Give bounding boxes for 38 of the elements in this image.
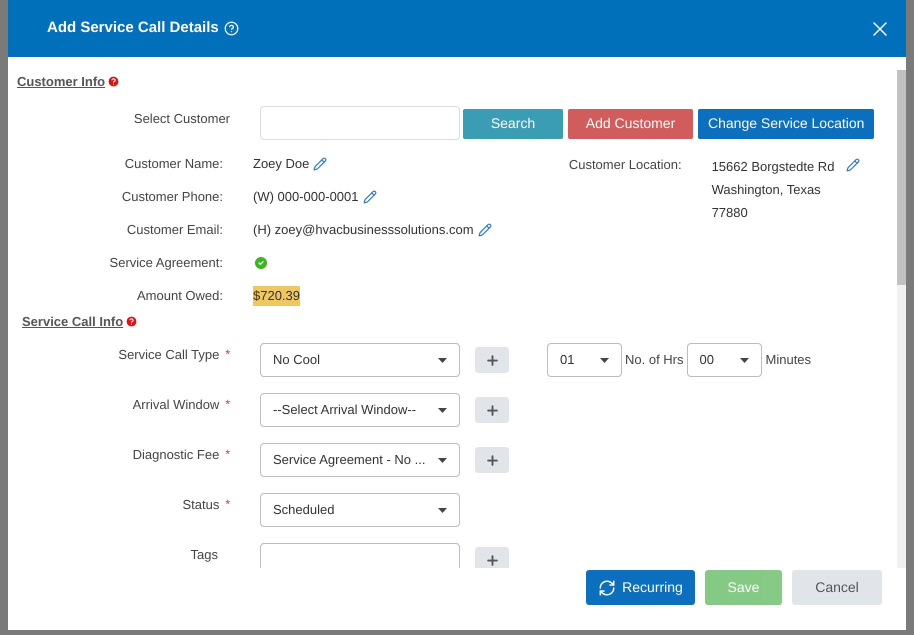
dropdown[interactable]: --Select Arrival Window-- <box>260 393 460 427</box>
dialog-title: Add Service Call Details <box>47 18 219 38</box>
dropdown[interactable]: No Cool <box>260 343 460 377</box>
amount-value: $720.39 <box>253 286 300 306</box>
dropdown[interactable]: Service Agreement - No ... <box>260 443 460 477</box>
address-line: Washington, Texas <box>712 180 822 199</box>
field-value: (W) 000-000-0001 <box>253 188 358 206</box>
field-label: Service Call Type <box>118 346 220 364</box>
minutes-label: Minutes <box>766 351 812 370</box>
required-marker: * <box>225 346 230 363</box>
field-label: Customer Name: <box>124 155 223 174</box>
section-heading: Customer Info <box>17 73 106 91</box>
action-button[interactable]: Add Customer <box>568 108 693 138</box>
address-line: 77880 <box>712 204 749 222</box>
required-marker: * <box>225 496 230 513</box>
field-label: Customer Phone: <box>120 188 223 206</box>
hours-label: No. of Hrs <box>625 351 684 370</box>
dropdown[interactable]: Scheduled <box>260 493 460 527</box>
required-marker: * <box>225 396 230 413</box>
required-marker: * <box>225 446 230 463</box>
minutes-dropdown[interactable]: 00 <box>686 343 762 377</box>
field-value: (H) zoey@hvacbusinesssolutions.com <box>253 221 474 240</box>
footer-button[interactable]: Recurring <box>586 570 695 605</box>
field-label: Amount Owed: <box>136 287 223 306</box>
field-label: Diagnostic Fee <box>132 446 220 464</box>
field-label: Customer Email: <box>126 221 223 240</box>
section-heading: Service Call Info <box>22 312 124 330</box>
action-button[interactable]: Change Service Location <box>698 108 874 138</box>
field-label: Tags <box>190 546 218 564</box>
field-label: Select Customer <box>132 110 230 128</box>
address-line: 15662 Borgstedte Rd <box>712 158 834 176</box>
footer-button[interactable]: Cancel <box>792 570 882 605</box>
hours-dropdown[interactable]: 01 <box>547 343 622 377</box>
field-label: Customer Location: <box>568 156 682 174</box>
field-label: Status <box>182 496 220 514</box>
field-label: Arrival Window <box>132 396 220 414</box>
field-value: Zoey Doe <box>253 155 310 174</box>
field-label: Service Agreement: <box>108 254 223 272</box>
